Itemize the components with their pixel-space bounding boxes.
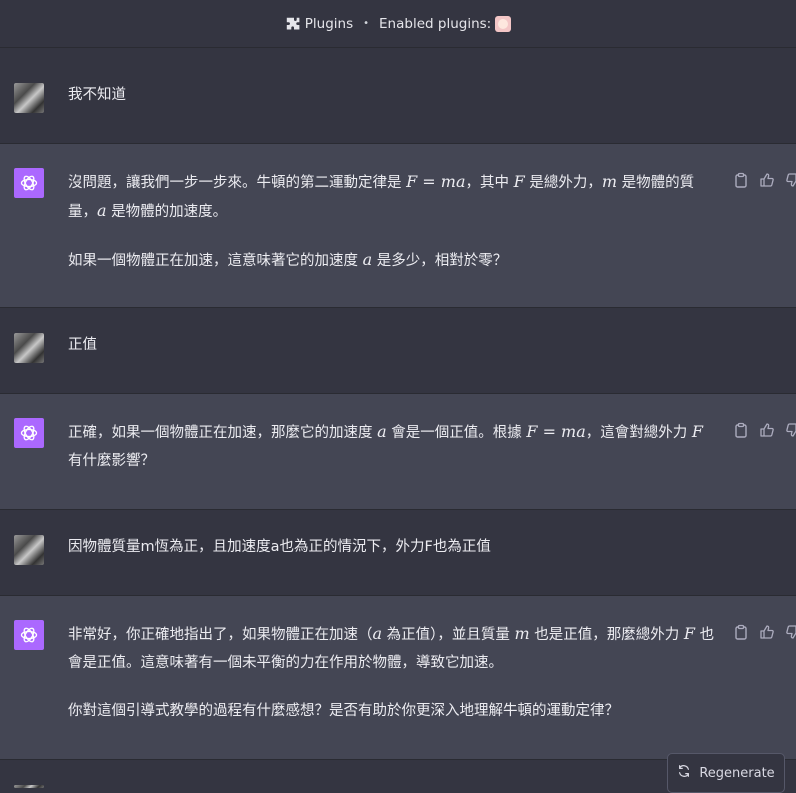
user-avatar: [14, 83, 44, 113]
user-message: 正值: [0, 308, 796, 394]
refresh-icon: [677, 764, 691, 782]
message-actions: [733, 422, 796, 438]
clipboard-icon[interactable]: [733, 172, 749, 188]
thumbs-down-icon[interactable]: [785, 172, 796, 188]
assistant-message: 非常好，你正確地指出了，如果物體正在加速（a 為正值），並且質量 m 也是正值，…: [0, 596, 796, 760]
thumbs-up-icon[interactable]: [759, 172, 775, 188]
message-actions: [733, 172, 796, 188]
thumbs-up-icon[interactable]: [759, 624, 775, 640]
message-text: 正值: [68, 337, 97, 353]
top-bar: Plugins • Enabled plugins:: [0, 0, 796, 48]
assistant-message: 沒問題，讓我們一步一步來。牛頓的第二運動定律是 F = ma，其中 F 是總外力…: [0, 144, 796, 308]
user-message: 因物體質量m恆為正，且加速度a也為正的情況下，外力F也為正值: [0, 510, 796, 596]
thumbs-down-icon[interactable]: [785, 422, 796, 438]
thumbs-down-icon[interactable]: [785, 624, 796, 640]
plugins-label: Plugins: [304, 15, 354, 32]
regenerate-label: Regenerate: [699, 765, 775, 781]
assistant-message: 正確，如果一個物體正在加速，那麼它的加速度 a 會是一個正值。根據 F = ma…: [0, 394, 796, 510]
user-avatar: [14, 333, 44, 363]
message-text: 正確，如果一個物體正在加速，那麼它的加速度 a 會是一個正值。根據 F = ma…: [68, 422, 703, 469]
regenerate-button[interactable]: Regenerate: [667, 753, 785, 793]
message-text: 非常好，你正確地指出了，如果物體正在加速（a 為正值），並且質量 m 也是正值，…: [68, 624, 715, 719]
thumbs-up-icon[interactable]: [759, 422, 775, 438]
enabled-plugins-label: Enabled plugins:: [379, 15, 492, 32]
message-text: 我不知道: [68, 87, 126, 103]
message-actions: [733, 624, 796, 640]
plugin-avatar-icon[interactable]: [495, 15, 512, 32]
clipboard-icon[interactable]: [733, 624, 749, 640]
openai-logo-icon: [14, 418, 44, 448]
separator-dot: •: [363, 18, 370, 29]
user-message: 我不知道: [0, 57, 796, 144]
clipboard-icon[interactable]: [733, 422, 749, 438]
message-text: 因物體質量m恆為正，且加速度a也為正的情況下，外力F也為正值: [68, 539, 491, 555]
openai-logo-icon: [14, 168, 44, 198]
openai-logo-icon: [14, 620, 44, 650]
user-avatar: [14, 535, 44, 565]
message-text: 沒問題，讓我們一步一步來。牛頓的第二運動定律是 F = ma，其中 F 是總外力…: [68, 172, 695, 269]
puzzle-icon: [285, 16, 301, 32]
